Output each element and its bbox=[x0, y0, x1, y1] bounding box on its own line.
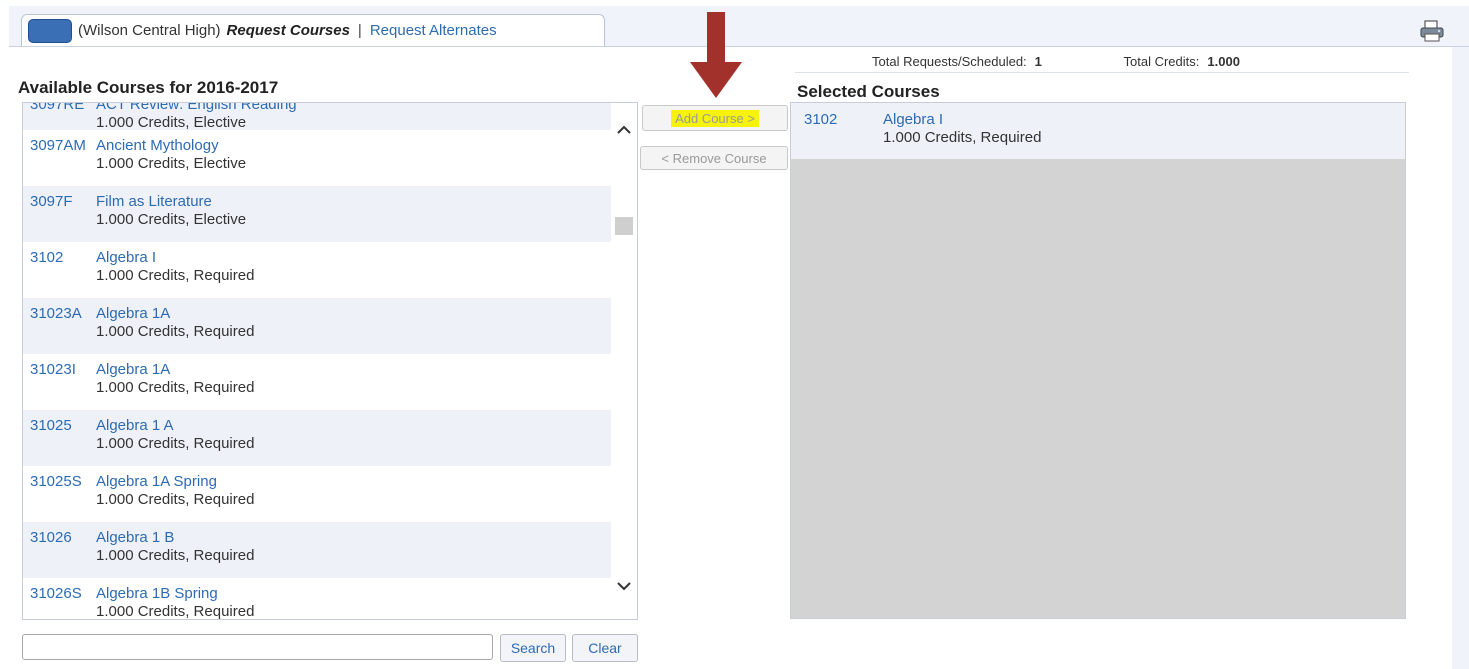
selected-courses-list[interactable]: 3102 Algebra I 1.000 Credits, Required bbox=[790, 102, 1406, 619]
print-icon[interactable] bbox=[1419, 20, 1445, 42]
list-item[interactable]: 3097AM Ancient Mythology 1.000 Credits, E… bbox=[23, 130, 637, 186]
course-detail: 1.000 Credits, Required bbox=[883, 129, 1042, 146]
course-detail: 1.000 Credits, Required bbox=[96, 547, 255, 564]
remove-course-button[interactable]: < Remove Course bbox=[640, 146, 788, 170]
course-code[interactable]: 3102 bbox=[791, 111, 883, 159]
available-courses-title: Available Courses for 2016-2017 bbox=[18, 78, 279, 97]
course-name[interactable]: Algebra 1A bbox=[96, 361, 254, 378]
add-course-button[interactable]: Add Course > bbox=[642, 105, 788, 131]
course-name[interactable]: Algebra 1A Spring bbox=[96, 473, 254, 490]
course-detail: 1.000 Credits, Elective bbox=[96, 155, 247, 172]
course-code[interactable]: 3097F bbox=[23, 193, 96, 242]
tab-request-courses[interactable]: (Wilson Central High) Request Courses | … bbox=[21, 14, 605, 46]
down-arrow-icon bbox=[690, 12, 742, 98]
course-detail: 1.000 Credits, Required bbox=[96, 323, 255, 340]
add-course-label: Add Course > bbox=[671, 109, 759, 127]
total-credits-value: 1.000 bbox=[1207, 54, 1240, 69]
course-name[interactable]: Algebra I bbox=[883, 111, 1041, 128]
list-item[interactable]: 31026S Algebra 1B Spring 1.000 Credits, R… bbox=[23, 578, 637, 620]
tab-separator: | bbox=[357, 22, 362, 39]
course-code[interactable]: 3097RE bbox=[23, 103, 96, 130]
request-alternates-link[interactable]: Request Alternates bbox=[370, 22, 497, 39]
student-badge bbox=[28, 18, 72, 43]
course-detail: 1.000 Credits, Required bbox=[96, 379, 255, 396]
course-name[interactable]: Film as Literature bbox=[96, 193, 246, 210]
list-item[interactable]: 31023A Algebra 1A 1.000 Credits, Required bbox=[23, 298, 637, 354]
course-detail: 1.000 Credits, Elective bbox=[96, 114, 247, 131]
totals-summary: Total Requests/Scheduled: 1 Total Credits… bbox=[872, 54, 1240, 69]
course-name[interactable]: Algebra I bbox=[96, 249, 254, 266]
course-name[interactable]: Ancient Mythology bbox=[96, 137, 246, 154]
course-name[interactable]: Algebra 1B Spring bbox=[96, 585, 254, 602]
clear-button[interactable]: Clear bbox=[572, 634, 638, 662]
course-detail: 1.000 Credits, Elective bbox=[96, 211, 247, 228]
course-code[interactable]: 3102 bbox=[23, 249, 96, 298]
list-item[interactable]: 3097F Film as Literature 1.000 Credits, E… bbox=[23, 186, 637, 242]
list-item[interactable]: 3102 Algebra I 1.000 Credits, Required bbox=[791, 103, 1405, 159]
course-name[interactable]: Algebra 1A bbox=[96, 305, 254, 322]
tab-active-label: Request Courses bbox=[226, 22, 350, 39]
search-input[interactable] bbox=[22, 634, 493, 660]
course-detail: 1.000 Credits, Required bbox=[96, 603, 255, 620]
school-name: (Wilson Central High) bbox=[78, 22, 221, 39]
course-code[interactable]: 31023I bbox=[23, 361, 96, 410]
selected-courses-title: Selected Courses bbox=[797, 82, 940, 101]
list-item[interactable]: 31023I Algebra 1A 1.000 Credits, Required bbox=[23, 354, 637, 410]
search-button[interactable]: Search bbox=[500, 634, 566, 662]
list-item[interactable]: 31025S Algebra 1A Spring 1.000 Credits, R… bbox=[23, 466, 637, 522]
course-code[interactable]: 31025 bbox=[23, 417, 96, 466]
total-requests-value: 1 bbox=[1034, 54, 1042, 69]
scrollbar-thumb[interactable] bbox=[615, 217, 633, 235]
list-item[interactable]: 31025 Algebra 1 A 1.000 Credits, Required bbox=[23, 410, 637, 466]
available-courses-list[interactable]: 3097RE ACT Review: English Reading 1.000… bbox=[22, 102, 638, 620]
course-name[interactable]: Algebra 1 B bbox=[96, 529, 254, 546]
course-detail: 1.000 Credits, Required bbox=[96, 435, 255, 452]
list-item[interactable]: 31026 Algebra 1 B 1.000 Credits, Required bbox=[23, 522, 637, 578]
list-item[interactable]: 3102 Algebra I 1.000 Credits, Required bbox=[23, 242, 637, 298]
list-item[interactable]: 3097RE ACT Review: English Reading 1.000… bbox=[23, 103, 637, 131]
course-detail: 1.000 Credits, Required bbox=[96, 491, 255, 508]
course-code[interactable]: 3097AM bbox=[23, 137, 96, 186]
course-code[interactable]: 31026 bbox=[23, 529, 96, 578]
course-name[interactable]: Algebra 1 A bbox=[96, 417, 254, 434]
chevron-up-icon[interactable] bbox=[617, 125, 631, 135]
chevron-down-icon[interactable] bbox=[617, 581, 631, 591]
total-requests-label: Total Requests/Scheduled: bbox=[872, 54, 1027, 69]
course-code[interactable]: 31025S bbox=[23, 473, 96, 522]
divider bbox=[795, 72, 1409, 73]
course-code[interactable]: 31026S bbox=[23, 585, 96, 619]
total-credits-label: Total Credits: bbox=[1123, 54, 1200, 69]
course-code[interactable]: 31023A bbox=[23, 305, 96, 354]
course-detail: 1.000 Credits, Required bbox=[96, 267, 255, 284]
course-name[interactable]: ACT Review: English Reading bbox=[96, 103, 297, 113]
list-scrollbar[interactable] bbox=[611, 103, 637, 619]
